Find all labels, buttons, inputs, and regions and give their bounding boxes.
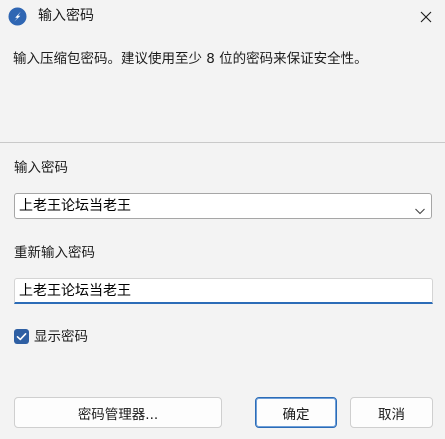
show-password-label[interactable]: 显示密码 bbox=[34, 328, 88, 346]
reenter-value[interactable]: 上老王论坛当老王 bbox=[19, 282, 131, 300]
reenter-label: 重新输入密码 bbox=[14, 245, 95, 261]
description-text: 输入压缩包密码。建议使用至少 8 位的密码来保证安全性。 bbox=[13, 51, 368, 67]
password-manager-button[interactable]: 密码管理器... bbox=[14, 397, 222, 428]
window-title: 输入密码 bbox=[38, 8, 94, 24]
password-dialog: 输入密码 输入压缩包密码。建议使用至少 8 位的密码来保证安全性。 输入密码 上… bbox=[0, 0, 445, 439]
cancel-button[interactable]: 取消 bbox=[350, 397, 433, 428]
ok-button[interactable]: 确定 bbox=[255, 397, 337, 428]
title-bar: 输入密码 bbox=[0, 0, 445, 33]
close-button[interactable] bbox=[411, 2, 441, 32]
checkbox-checked-icon[interactable] bbox=[14, 329, 29, 344]
reenter-password-input[interactable]: 上老王论坛当老王 bbox=[14, 278, 433, 304]
chevron-down-icon[interactable] bbox=[414, 201, 426, 215]
app-logo-icon bbox=[8, 7, 27, 26]
password-label: 输入密码 bbox=[14, 160, 68, 176]
divider bbox=[0, 142, 445, 143]
password-combobox[interactable]: 上老王论坛当老王 bbox=[14, 193, 432, 219]
close-icon bbox=[420, 8, 432, 27]
password-value[interactable]: 上老王论坛当老王 bbox=[19, 197, 131, 215]
